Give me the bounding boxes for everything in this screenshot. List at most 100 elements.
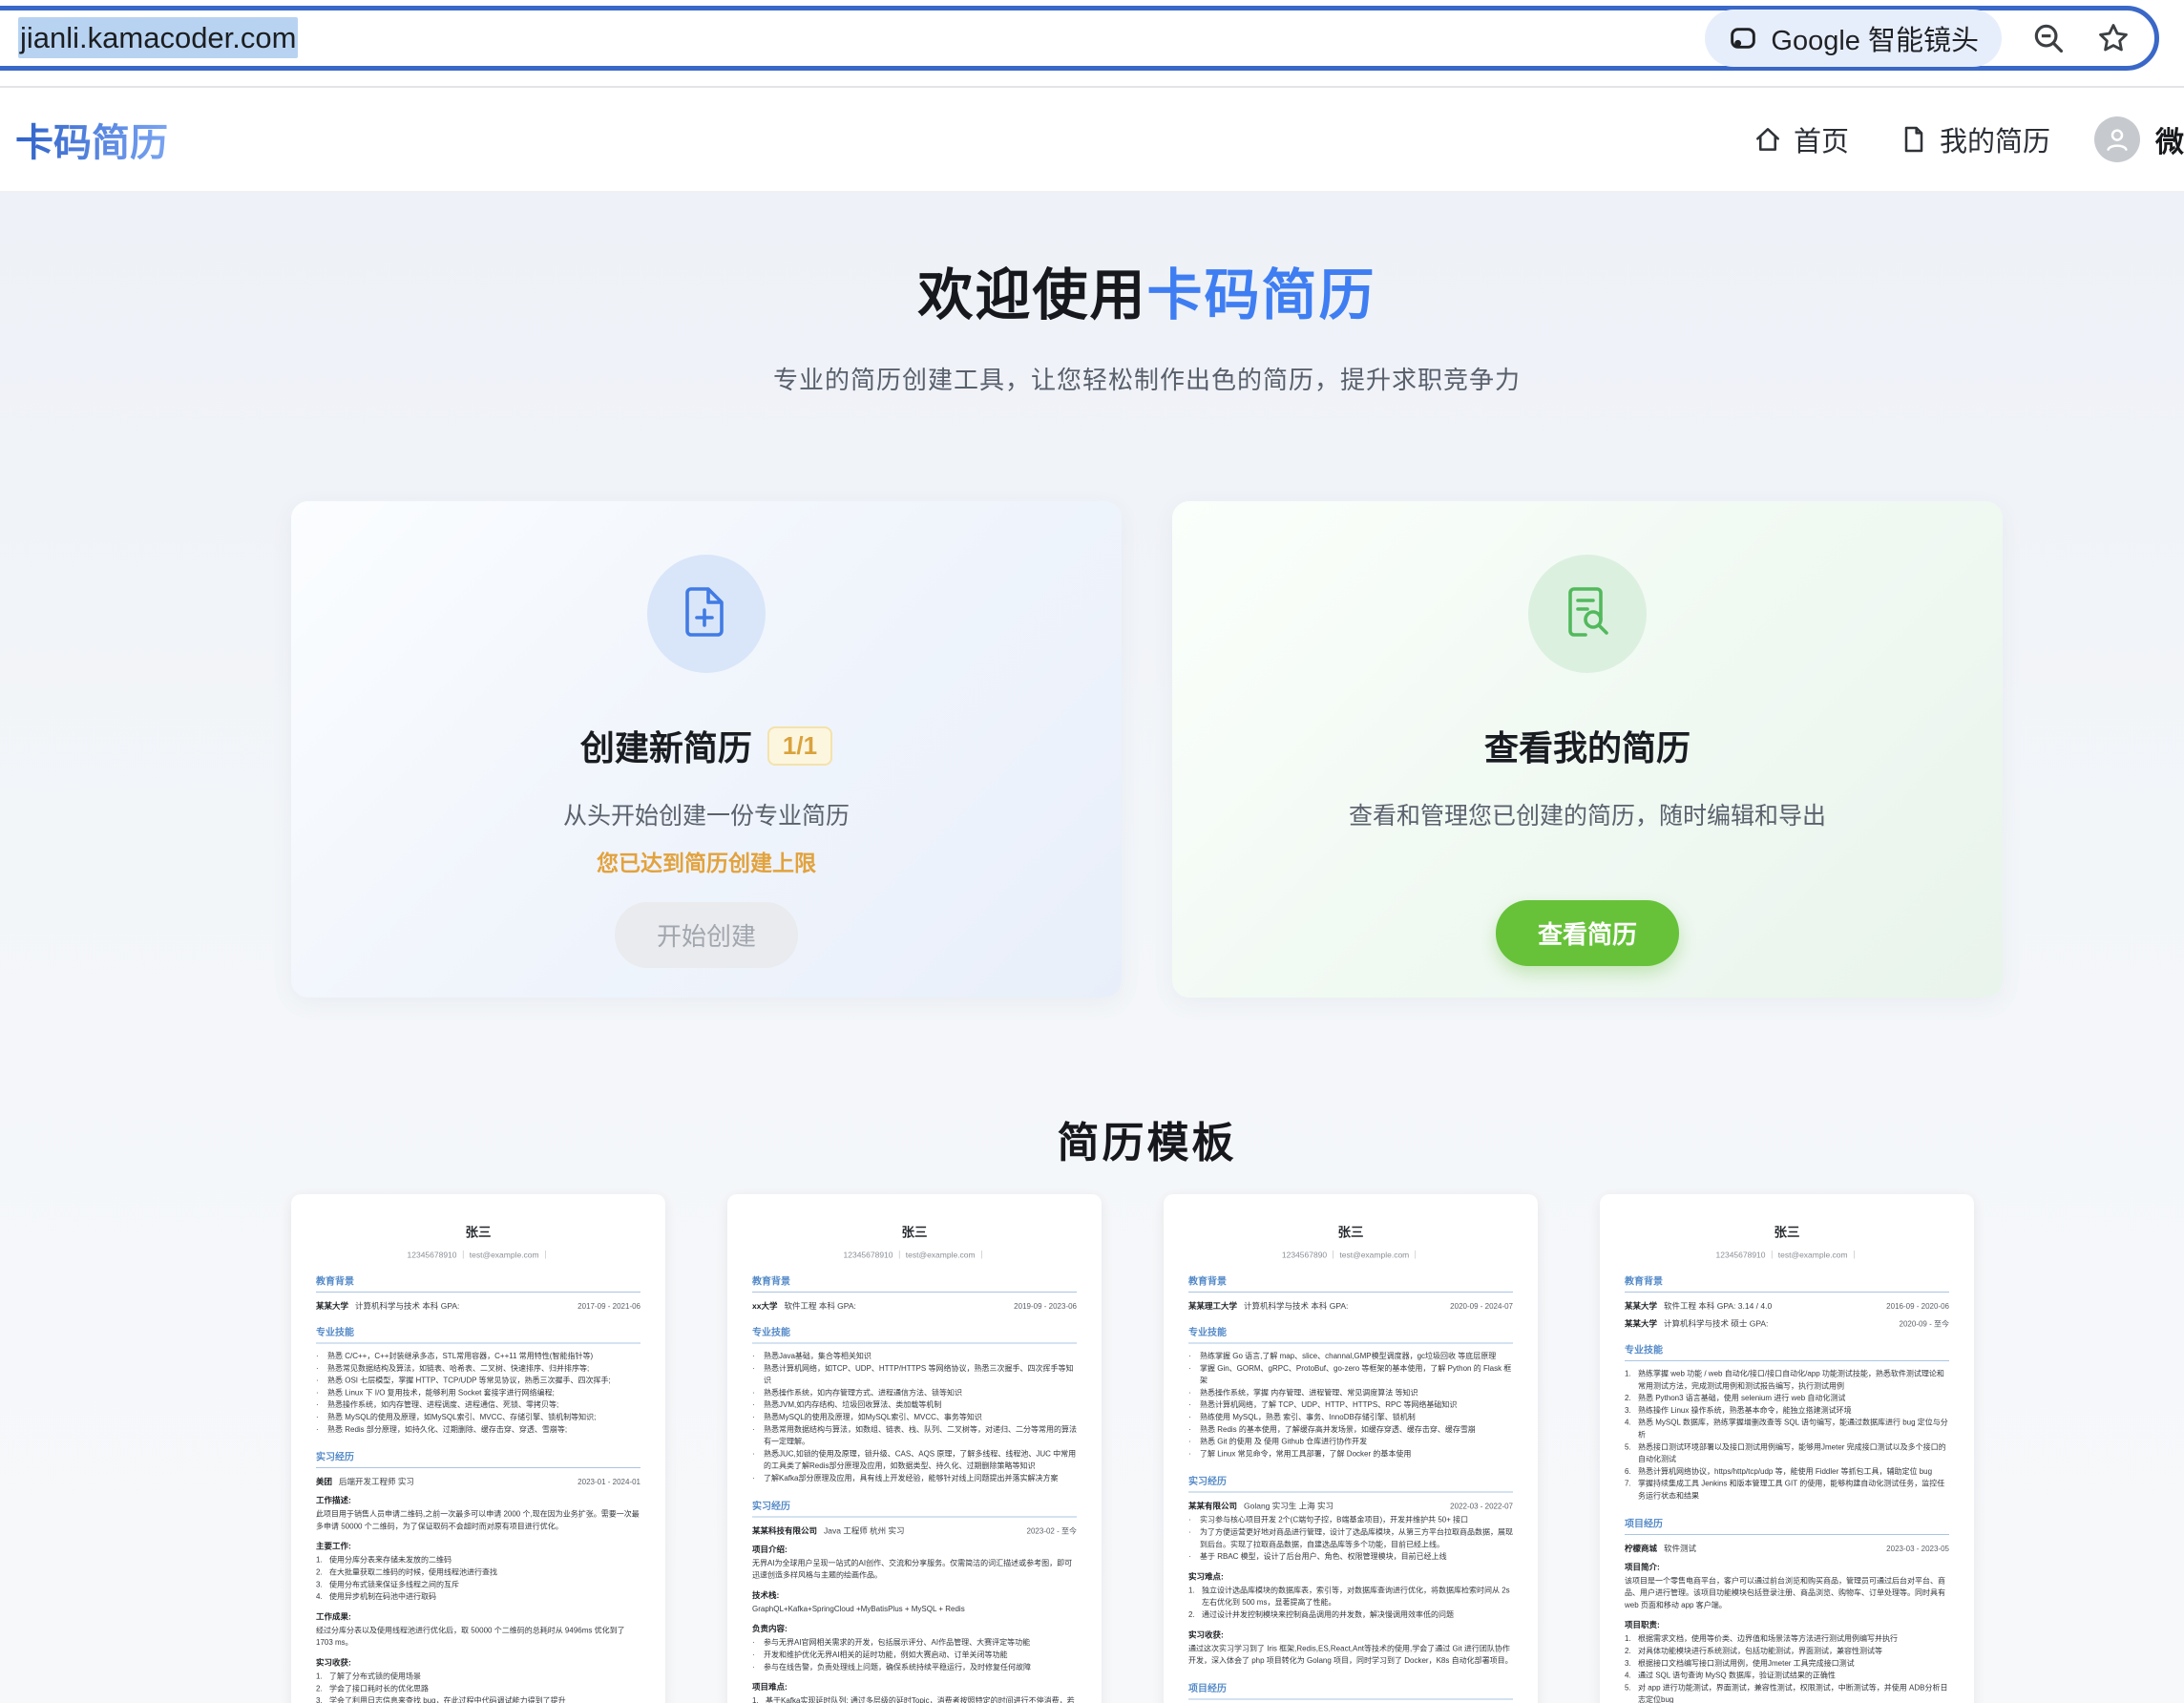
url-text[interactable]: jianli.kamacoder.com [18,21,298,55]
template-label: 项目简介: [1625,1560,1949,1572]
template-list-item: ·熟悉MySQL的使用及原理，如MySQL索引、MVCC、事务等知识 [752,1411,1077,1423]
template-name: 张三 [1625,1222,1949,1241]
template-section-heading: 实习经历 [752,1498,1077,1517]
template-entry: 美团后端开发工程师 实习2023-01 - 2024-01 [316,1475,640,1487]
template-section-heading: 项目经历 [1188,1680,1513,1699]
template-list-item: ·熟悉 MySQL的使用及原理，如MySQL索引、MVCC、存储引擎、锁机制等知… [316,1411,640,1423]
template-list-item: ·熟练使用 MySQL，熟悉 索引、事务、InnoDB存储引擎、锁机制 [1188,1411,1513,1423]
template-list-item: ·熟悉JUC,如锁的使用及原理，锁升级、CAS、AQS 原理，了解多线程、线程池… [752,1448,1077,1473]
template-list-item: 4.通过 SQL 语句查询 MySQ 数据库，验证测试结果的正确性 [1625,1670,1949,1682]
template-list-item: ·熟悉 C/C++，C++封装继承多态，STL常用容器，C++11 常用特性(智… [316,1351,640,1363]
template-name: 张三 [316,1222,640,1241]
template-list-item: ·熟悉 OSI 七层模型，掌握 HTTP、TCP/UDP 等常见协议，熟悉三次握… [316,1375,640,1387]
template-paragraph: 该项目是一个零售电商平台，客户可以通过前台浏览和购买商品，管理员可通过后台对平台… [1625,1575,1949,1611]
template-list-item: 3.熟练操作 Linux 操作系统，熟悉基本命令，能独立搭建测试环境 [1625,1404,1949,1417]
template-label: 工作描述: [316,1494,640,1506]
template-section-heading: 专业技能 [316,1325,640,1344]
template-list-item: ·熟悉操作系统，掌握 内存管理、进程管理、常见调度算法 等知识 [1188,1387,1513,1399]
template-list-item: ·熟悉 Git 的使用 及 使用 Github 仓库进行协作开发 [1188,1436,1513,1448]
create-card-title: 创建新简历 [580,721,752,770]
template-list-item: 4.熟悉 MySQL 数据库，熟练掌握增删改查等 SQL 语句编写，能通过数据库… [1625,1417,1949,1441]
template-list-item: 5.熟悉接口测试环境部署以及接口测试用例编写，能够用Jmeter 完成接口测试以… [1625,1441,1949,1466]
template-list-item: ·熟悉 Linux 下 I/O 复用技术，能够利用 Socket 套接字进行网络… [316,1387,640,1399]
template-section: 教育背景某某大学软件工程 本科 GPA: 3.14 / 4.02016-09 -… [1625,1273,1949,1329]
template-list-item: ·了解 Linux 常见命令，常用工具部署，了解 Docker 的基本使用 [1188,1448,1513,1461]
template-label: 实习收获: [1188,1628,1513,1640]
nav-item-home[interactable]: 首页 [1753,119,1849,159]
template-section: 专业技能 ·熟练掌握 Go 语言,了解 map、slice、channal,GMP… [1188,1325,1513,1461]
star-icon[interactable] [2095,20,2132,56]
template-list-item: 2.在大批量获取二维码的时候，使用线程池进行查找 [316,1566,640,1579]
resume-template-card[interactable]: 张三12345678910 ｜ test@example.com ｜教育背景某某… [1600,1194,1974,1703]
template-list-item: ·为了方便运营更好地对商品进行管理，设计了选品库模块，从第三方平台拉取商品数据，… [1188,1526,1513,1551]
page-title: 欢迎使用卡码简历 [291,193,2003,330]
template-section: 项目经历字节跳动第三届后端青训营--简易抖音APP后台开发项目组长(三人小组)2… [1188,1680,1513,1703]
resume-preview: 张三1234567890 ｜ test@example.com ｜教育背景某某理… [1164,1194,1538,1703]
template-list-item: 2.学会了接口耗时长的优化思路 [316,1683,640,1695]
template-section: 教育背景某某理工大学计算机科学与技术 本科 GPA:2020-09 - 2024… [1188,1273,1513,1312]
page-title-brand: 卡码简历 [1147,264,1376,326]
start-create-button[interactable]: 开始创建 [615,902,798,968]
url-input[interactable]: jianli.kamacoder.com Google 智能镜头 [0,6,2159,71]
resume-preview: 张三12345678910 ｜ test@example.com ｜教育背景xx… [727,1194,1102,1703]
template-list-item: 3.使用分布式锁来保证多线程之间的互斥 [316,1579,640,1591]
template-list-item: 7.掌握持续集成工具 Jenkins 和版本管理工具 GIT 的使用，能够构建自… [1625,1478,1949,1503]
user-menu[interactable]: 微信用户 [2094,116,2184,162]
template-list-item: 2.对具体功能模块进行系统测试，包括功能测试，界面测试，兼容性测试等 [1625,1645,1949,1657]
resume-preview: 张三12345678910 ｜ test@example.com ｜教育背景某某… [1600,1194,1974,1703]
template-list-item: 3.学会了利用日志信息来查找 bug，在此过程中代码调试能力得到了提升 [316,1695,640,1703]
template-section: 专业技能 ·熟悉 C/C++，C++封装继承多态，STL常用容器，C++11 常用… [316,1325,640,1437]
template-entry-date: 2020-09 - 2024-07 [1445,1303,1513,1312]
template-list-item: ·参与在线告警，负责处理线上问题，确保系统持续平稳运行，及时修复任何故障 [752,1661,1077,1673]
template-paragraph: 此项目用于销售人员申请二维码,之前一次最多可以申请 2000 个,现在因为业务扩… [316,1508,640,1533]
template-section-heading: 教育背景 [752,1273,1077,1293]
template-list-item: ·熟悉操作系统，如内存管理方式、进程通信方法、锁等知识 [752,1387,1077,1399]
template-list-item: ·熟悉JVM,如内存结构、垃圾回收算法、类加载等机制 [752,1399,1077,1412]
view-resume-button[interactable]: 查看简历 [1496,900,1679,966]
template-list-item: ·熟悉计算机网络，了解 TCP、UDP、HTTP、HTTPS、RPC 等网络基础… [1188,1399,1513,1412]
template-section: 专业技能·熟悉Java基础，集合等相关知识·熟悉计算机网络，如TCP、UDP、H… [752,1325,1077,1485]
nav-item-label: 我的简历 [1940,119,2050,159]
user-name: 微信用户 [2155,118,2184,160]
template-list-item: ·熟悉计算机网络，如TCP、UDP、HTTP/HTTPS 等网络协议，熟悉三次握… [752,1362,1077,1387]
template-section-heading: 教育背景 [1625,1273,1949,1293]
templates-section-title: 简历模板 [291,1108,2003,1169]
magnifier-minus-icon[interactable] [2030,20,2067,56]
template-label: 实习难点: [1188,1569,1513,1582]
google-lens-button[interactable]: Google 智能镜头 [1705,10,2002,67]
document-plus-icon [676,581,737,647]
template-contact: 12345678910 ｜ test@example.com ｜ [316,1249,640,1261]
template-section: 项目经历柠檬商城软件测试2023-03 - 2023-05项目简介:该项目是一个… [1625,1516,1949,1703]
create-icon-circle [647,555,766,673]
template-list-item: 5.对 app 进行功能测试，界面测试，兼容性测试，权限测试，中断测试等，并使用… [1625,1682,1949,1703]
document-search-icon [1557,581,1618,647]
resume-template-card[interactable]: 张三1234567890 ｜ test@example.com ｜教育背景某某理… [1164,1194,1538,1703]
template-list-item: ·熟练掌握 Go 语言,了解 map、slice、channal,GMP模型调度… [1188,1351,1513,1363]
nav-item-my-resume[interactable]: 我的简历 [1899,119,2050,159]
template-section: 专业技能1.熟练掌握 web 功能 / web 自动化/接口/接口自动化/app… [1625,1342,1949,1503]
template-list-item: 6.熟悉计算机网络协议，https/http/tcp/udp 等，能使用 Fid… [1625,1465,1949,1478]
template-list-item: ·熟悉操作系统，如内存管理、进程调度、进程通信、死锁、零拷贝等; [316,1399,640,1412]
template-list-item: ·熟悉 Redis 部分原理，如持久化、过期删除、缓存击穿、穿透、雪崩等; [316,1423,640,1436]
template-section: 实习经历某某科技有限公司Java 工程师 杭州 实习2023-02 - 至今项目… [752,1498,1077,1703]
google-lens-label: Google 智能镜头 [1771,18,1979,58]
home-icon [1753,124,1783,155]
template-paragraph: 经过分库分表以及使用线程池进行优化后，取 50000 个二维码的总耗时从 949… [316,1625,640,1650]
template-section-heading: 教育背景 [316,1273,640,1293]
template-name: 张三 [752,1222,1077,1241]
template-list-item: 2.通过设计并发控制模块来控制商品调用的并发数，解决慢调用效率低的问题 [1188,1608,1513,1621]
site-logo[interactable]: 卡码简历 [15,88,168,191]
template-list-item: ·熟悉Java基础，集合等相关知识 [752,1351,1077,1363]
resume-template-card[interactable]: 张三12345678910 ｜ test@example.com ｜教育背景某某… [291,1194,665,1703]
resume-template-card[interactable]: 张三12345678910 ｜ test@example.com ｜教育背景xx… [727,1194,1102,1703]
template-entry: 某某有限公司Golang 实习生 上海 实习2022-03 - 2022-07 [1188,1500,1513,1512]
template-section: 教育背景xx大学软件工程 本科 GPA:2019-09 - 2023-06 [752,1273,1077,1312]
action-cards: 创建新简历 1/1 从头开始创建一份专业简历 您已达到简历创建上限 开始创建 [291,501,2003,998]
template-list-item: ·了解Kafka部分原理及应用，具有线上开发经验，能够针对线上问题提出并落实解决… [752,1472,1077,1484]
template-entry-date: 2017-09 - 2021-06 [573,1303,640,1312]
template-label: 主要工作: [316,1540,640,1552]
template-label: 项目介绍: [752,1543,1077,1555]
template-section-heading: 专业技能 [1188,1325,1513,1344]
browser-address-bar: jianli.kamacoder.com Google 智能镜头 [0,0,2184,88]
url-selected-text[interactable]: jianli.kamacoder.com [18,17,298,58]
